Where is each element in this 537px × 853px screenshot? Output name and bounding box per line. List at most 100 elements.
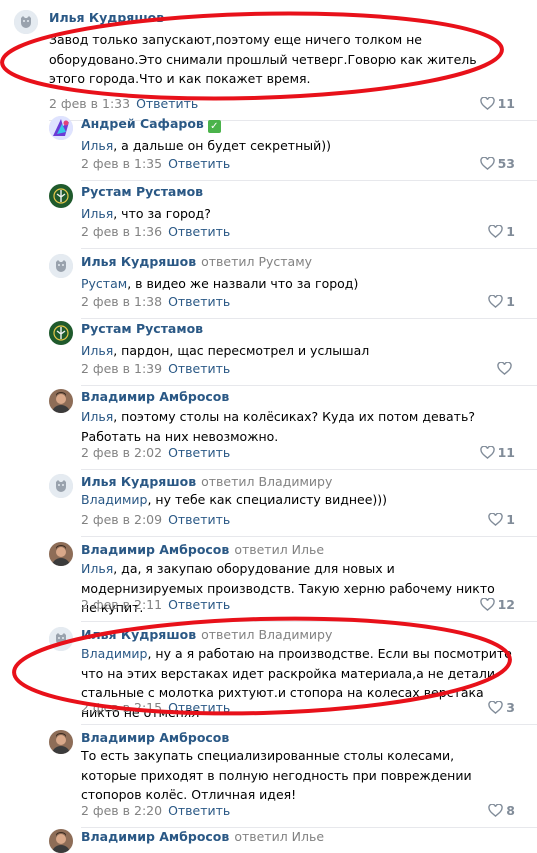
author-name-link[interactable]: Владимир Амбросов	[81, 389, 229, 404]
author-name-link[interactable]: Рустам Рустамов	[81, 184, 203, 199]
reply-button[interactable]: Ответить	[168, 700, 230, 715]
deactivated-dog-icon[interactable]	[49, 254, 73, 278]
comment-meta: 2 фев в 1:36 Ответить	[81, 224, 230, 240]
comment-text: Илья, пардон, щас пересмотрел и услышал	[81, 341, 513, 361]
replied-to-label[interactable]: ответил Владимиру	[201, 627, 332, 642]
like-button[interactable]: 8	[488, 803, 515, 819]
author-name-link[interactable]: Владимир Амбросов	[81, 829, 229, 844]
heart-icon	[488, 225, 503, 238]
mention-link[interactable]: Рустам	[81, 276, 127, 291]
replied-to-label[interactable]: ответил Илье	[234, 829, 324, 844]
green-emblem-avatar-icon[interactable]	[49, 184, 73, 208]
author-name-link[interactable]: Владимир Амбросов	[81, 542, 229, 557]
reply-button[interactable]: Ответить	[168, 597, 230, 612]
author-name-link[interactable]: Андрей Сафаров	[81, 116, 204, 131]
heart-icon	[488, 701, 503, 714]
like-button[interactable]: 53	[479, 156, 515, 172]
comment-text: Рустам, в видео же назвали что за город)	[81, 274, 513, 294]
comment-header: Рустам Рустамов	[81, 321, 203, 337]
comment-meta: 2 фев в 2:02 Ответить	[81, 445, 230, 461]
reply-button[interactable]: Ответить	[136, 96, 198, 111]
deactivated-dog-icon[interactable]	[49, 627, 73, 651]
reply-button[interactable]: Ответить	[168, 803, 230, 818]
replied-to-label[interactable]: ответил Владимиру	[201, 474, 332, 489]
like-count: 53	[497, 156, 515, 171]
comment-date-link[interactable]: 2 фев в 2:02	[81, 445, 162, 460]
like-button[interactable]: 1	[488, 224, 515, 240]
reply-button[interactable]: Ответить	[168, 445, 230, 460]
comment-header: Илья Кудряшов	[49, 10, 164, 26]
comment-date-link[interactable]: 2 фев в 2:20	[81, 803, 162, 818]
reply-button[interactable]: Ответить	[168, 512, 230, 527]
user-photo-avatar-icon[interactable]	[49, 389, 73, 413]
reply-button[interactable]: Ответить	[168, 224, 230, 239]
like-button[interactable]: 12	[479, 597, 515, 613]
comment-text: То есть закупать специализированные стол…	[81, 746, 513, 805]
comment-header: Андрей Сафаров ✓	[81, 116, 221, 133]
mention-link[interactable]: Владимир	[81, 646, 147, 661]
reply-button[interactable]: Ответить	[168, 361, 230, 376]
author-name-link[interactable]: Илья Кудряшов	[81, 627, 196, 642]
like-button[interactable]: 11	[479, 96, 515, 112]
reply-button[interactable]: Ответить	[168, 294, 230, 309]
comment-divider	[81, 469, 537, 470]
comment-date-link[interactable]: 2 фев в 2:15	[81, 700, 162, 715]
comment-meta: 2 фев в 1:35 Ответить	[81, 156, 230, 172]
user-photo-avatar-icon[interactable]	[49, 542, 73, 566]
verified-check-icon: ✓	[207, 120, 221, 133]
colorful-abstract-avatar-icon[interactable]	[49, 116, 73, 140]
author-name-link[interactable]: Рустам Рустамов	[81, 321, 203, 336]
like-button[interactable]: 1	[488, 512, 515, 528]
author-name-link[interactable]: Илья Кудряшов	[81, 474, 196, 489]
mention-link[interactable]: Илья	[81, 138, 113, 153]
like-count: 1	[506, 224, 515, 239]
like-count: 1	[506, 512, 515, 527]
comment-meta: 2 фев в 1:39 Ответить	[81, 361, 230, 377]
heart-icon	[479, 446, 495, 459]
heart-icon	[479, 157, 495, 170]
comment-meta: 2 фев в 2:09 Ответить	[81, 512, 230, 528]
heart-icon	[488, 295, 503, 308]
replied-to-label[interactable]: ответил Илье	[234, 542, 324, 557]
mention-link[interactable]: Илья	[81, 409, 113, 424]
green-emblem-avatar-icon[interactable]	[49, 321, 73, 345]
mention-link[interactable]: Илья	[81, 206, 113, 221]
comment-date-link[interactable]: 2 фев в 1:33	[49, 96, 130, 111]
like-count: 8	[506, 803, 515, 818]
like-button[interactable]: 11	[479, 445, 515, 461]
like-count: 12	[497, 597, 515, 612]
comment-header: Владимир Амбросов	[81, 389, 229, 405]
replied-to-label[interactable]: ответил Рустаму	[201, 254, 312, 269]
comment-date-link[interactable]: 2 фев в 1:36	[81, 224, 162, 239]
like-button[interactable]	[497, 361, 515, 377]
like-button[interactable]: 3	[488, 700, 515, 716]
user-photo-avatar-icon[interactable]	[49, 730, 73, 754]
comment-divider	[81, 536, 537, 537]
comment-date-link[interactable]: 2 фев в 2:09	[81, 512, 162, 527]
comment-header: Илья Кудряшов ответил Владимиру	[81, 474, 332, 490]
comment-header: Рустам Рустамов	[81, 184, 203, 200]
comment-date-link[interactable]: 2 фев в 2:11	[81, 597, 162, 612]
user-photo-avatar-icon[interactable]	[49, 829, 73, 853]
deactivated-dog-icon[interactable]	[49, 474, 73, 498]
comment-body: , а дальше он будет секретный))	[113, 138, 332, 153]
author-name-link[interactable]: Владимир Амбросов	[81, 730, 229, 745]
comment-header: Владимир Амбросов ответил Илье	[81, 542, 324, 558]
comment-text: Илья, поэтому столы на колёсиках? Куда и…	[81, 407, 513, 446]
comment-date-link[interactable]: 2 фев в 1:39	[81, 361, 162, 376]
like-button[interactable]: 1	[488, 294, 515, 310]
comment-header: Владимир Амбросов	[81, 730, 229, 746]
comment-thread: Илья Кудряшов Завод только запускают,поэт…	[0, 0, 537, 853]
deactivated-dog-icon[interactable]	[14, 10, 38, 34]
heart-icon	[497, 362, 512, 375]
reply-button[interactable]: Ответить	[168, 156, 230, 171]
comment-text: Владимир, ну тебе как специалисту виднее…	[81, 490, 513, 510]
mention-link[interactable]: Илья	[81, 561, 113, 576]
author-name-link[interactable]: Илья Кудряшов	[49, 10, 164, 25]
mention-link[interactable]: Владимир	[81, 492, 147, 507]
comment-date-link[interactable]: 2 фев в 1:38	[81, 294, 162, 309]
author-name-link[interactable]: Илья Кудряшов	[81, 254, 196, 269]
comment-date-link[interactable]: 2 фев в 1:35	[81, 156, 162, 171]
mention-link[interactable]: Илья	[81, 343, 113, 358]
comment-divider	[81, 724, 537, 725]
